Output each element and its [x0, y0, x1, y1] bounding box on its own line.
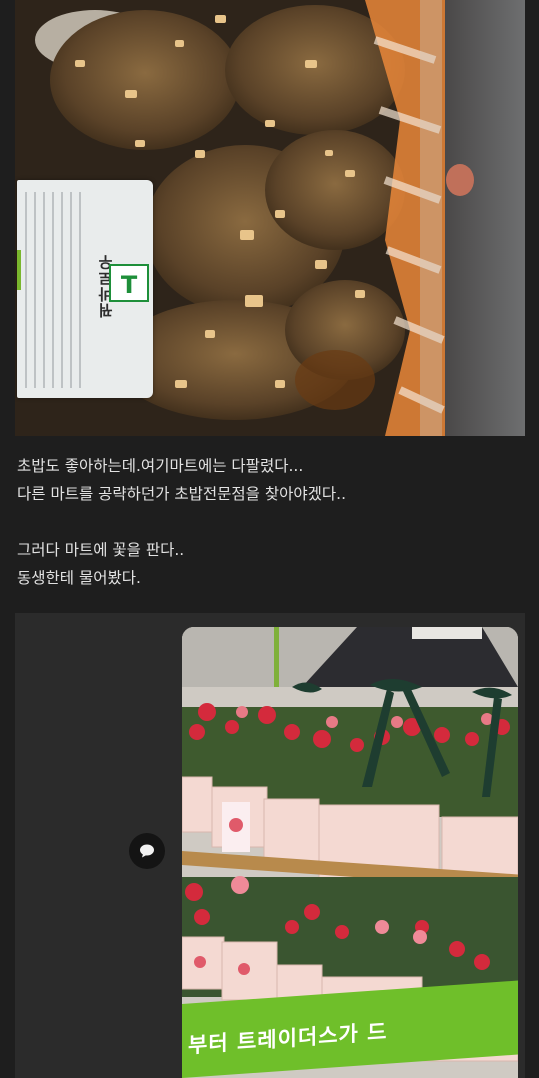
post-line: 다른 마트를 공략하던가 초밥전문점을 찾아야겠다.. [17, 485, 347, 503]
flower-photo[interactable]: 부터 트레이더스가 드 [182, 627, 518, 1078]
post-line: 초밥도 좋아하는데.여기마트에는 다팔렸다... [17, 457, 304, 475]
store-logo-icon: T [109, 264, 149, 302]
post-line: 그러다 마트에 꽃을 판다.. [17, 541, 185, 559]
label-stripe [17, 250, 21, 290]
image-panel: 부터 트레이더스가 드 [15, 613, 525, 1078]
post-body: 초밥도 좋아하는데.여기마트에는 다팔렸다... 다른 마트를 공략하던가 초밥… [17, 452, 522, 592]
label-fine-print [25, 192, 85, 388]
post-line: 동생한테 물어봤다. [17, 569, 141, 587]
comment-bubble-icon [140, 844, 154, 858]
product-label: 꿔바로우 T [17, 180, 153, 398]
food-photo[interactable]: 꿔바로우 T [15, 0, 525, 436]
comment-button[interactable] [129, 833, 165, 869]
